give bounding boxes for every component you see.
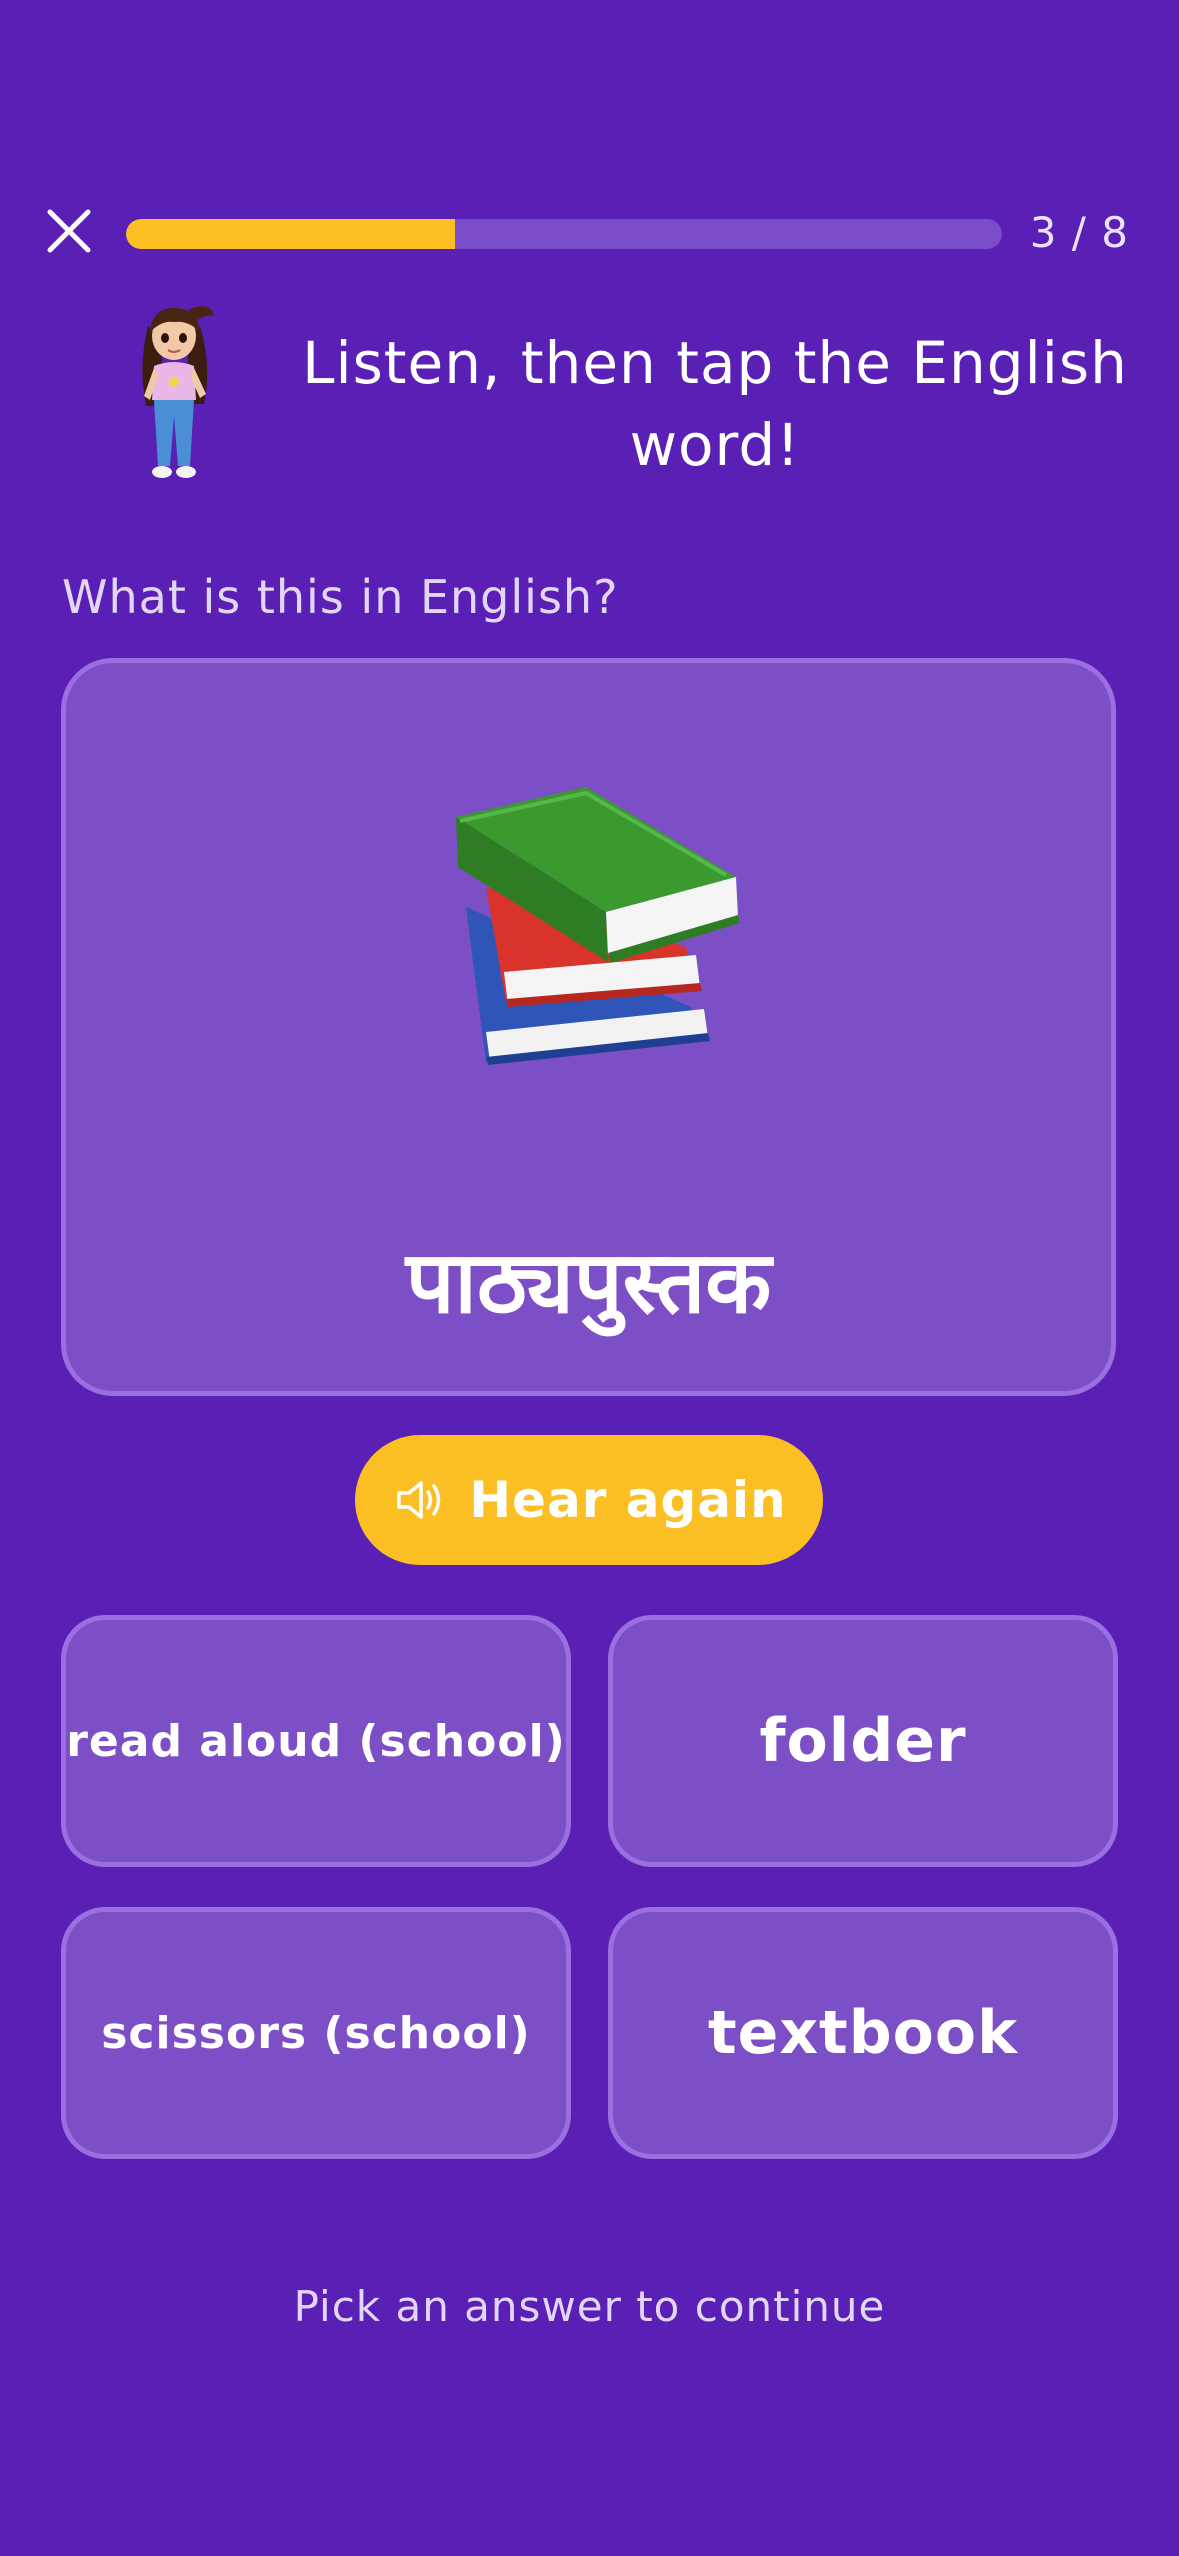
word-card: पाठ्यपुस्तक	[61, 658, 1116, 1396]
close-icon	[38, 200, 100, 262]
progress-bar-fill	[126, 219, 455, 249]
question-prompt: What is this in English?	[62, 570, 619, 624]
progress-bar	[126, 219, 1002, 249]
answer-option-label: read aloud (school)	[66, 1715, 566, 1767]
speaker-icon	[391, 1471, 449, 1529]
close-button[interactable]	[38, 200, 100, 262]
answer-option-label: textbook	[707, 1998, 1019, 2068]
instruction-text: Listen, then tap the English word!	[302, 329, 1128, 479]
books-icon	[446, 787, 746, 1087]
progress-counter: 3 / 8	[1029, 208, 1129, 257]
target-word: पाठ्यपुस्तक	[405, 1233, 772, 1333]
answer-option-scissors[interactable]: scissors (school)	[61, 1907, 571, 2159]
hear-again-label: Hear again	[469, 1471, 787, 1529]
girl-character-icon	[118, 296, 230, 486]
answer-option-label: folder	[759, 1706, 967, 1776]
answer-option-read-aloud[interactable]: read aloud (school)	[61, 1615, 571, 1867]
quiz-screen: 3 / 8 Listen, then tap the English word!…	[0, 0, 1179, 2556]
answer-option-textbook[interactable]: textbook	[608, 1907, 1118, 2159]
footer-hint: Pick an answer to continue	[293, 2282, 886, 2331]
answer-option-label: scissors (school)	[101, 2007, 531, 2059]
answer-option-folder[interactable]: folder	[608, 1615, 1118, 1867]
hear-again-button[interactable]: Hear again	[355, 1435, 823, 1565]
